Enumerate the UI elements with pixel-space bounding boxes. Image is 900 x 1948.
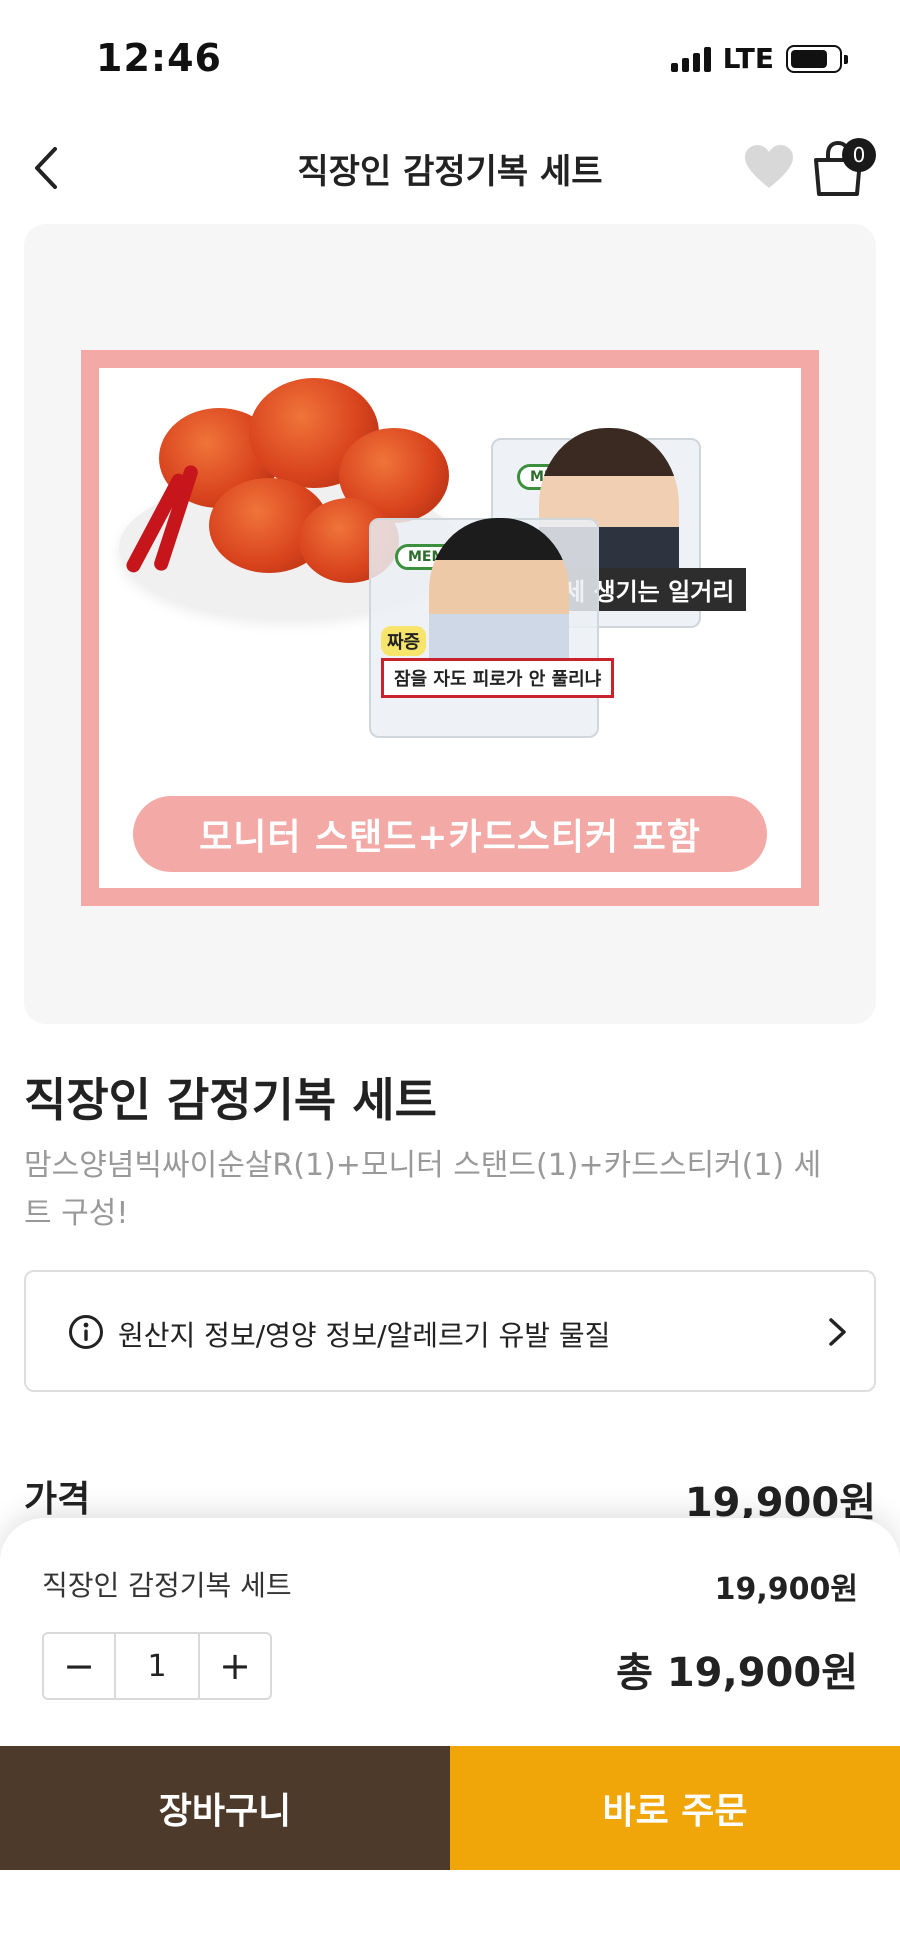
increase-quantity-button[interactable]: + (200, 1634, 270, 1698)
total-price: 총 19,900원 (616, 1650, 858, 1696)
add-to-cart-button[interactable]: 장바구니 (0, 1746, 450, 1870)
wishlist-button[interactable] (740, 138, 798, 196)
promo-banner: 모니터 스탠드+카드스티커 포함 (133, 796, 767, 872)
product-description: 맘스양념빅싸이순살R(1)+모니터 스탠드(1)+카드스티커(1) 세트 구성! (24, 1148, 822, 1231)
signal-icon (670, 46, 711, 72)
stand-caption-1: 잠을 자도 피로가 안 풀리냐 (381, 658, 615, 698)
quantity-stepper: − 1 + (42, 1632, 272, 1700)
sheet-item-name: 직장인 감정기복 세트 (42, 1569, 292, 1602)
top-nav: 직장인 감정기복 세트 0 (0, 120, 900, 216)
heart-icon (745, 145, 793, 188)
product-name: 직장인 감정기복 세트 (24, 1073, 437, 1127)
network-label: LTE (722, 42, 774, 75)
order-sheet: 직장인 감정기복 세트 19,900원 − 1 + 총 19,900원 (0, 1518, 900, 1948)
status-time: 12:46 (96, 36, 222, 80)
stand-badge: 짜증 (381, 626, 427, 656)
allergen-info-label: 원산지 정보/영양 정보/알레르기 유발 물질 (118, 1319, 611, 1352)
allergen-info-link[interactable]: 원산지 정보/영양 정보/알레르기 유발 물질 (24, 1270, 876, 1392)
quantity-value[interactable]: 1 (114, 1634, 200, 1698)
sheet-unit-price: 19,900원 (714, 1572, 858, 1607)
product-promo-image: MEMO 금세 생기는 일거리 MEMO 짜증 잠을 자도 피로가 안 풀리냐 … (81, 350, 819, 906)
status-indicators: LTE (670, 42, 848, 75)
cart-button[interactable]: 0 (808, 134, 880, 200)
decrease-quantity-button[interactable]: − (44, 1634, 114, 1698)
price-label: 가격 (24, 1479, 91, 1520)
chevron-right-icon (829, 1318, 846, 1346)
status-bar: 12:46 LTE (0, 0, 900, 110)
battery-icon (786, 44, 848, 73)
order-now-button[interactable]: 바로 주문 (450, 1746, 900, 1870)
info-icon (69, 1315, 103, 1349)
cart-count-badge: 0 (842, 138, 876, 172)
product-image-area: MEMO 금세 생기는 일거리 MEMO 짜증 잠을 자도 피로가 안 풀리냐 … (24, 224, 876, 1024)
